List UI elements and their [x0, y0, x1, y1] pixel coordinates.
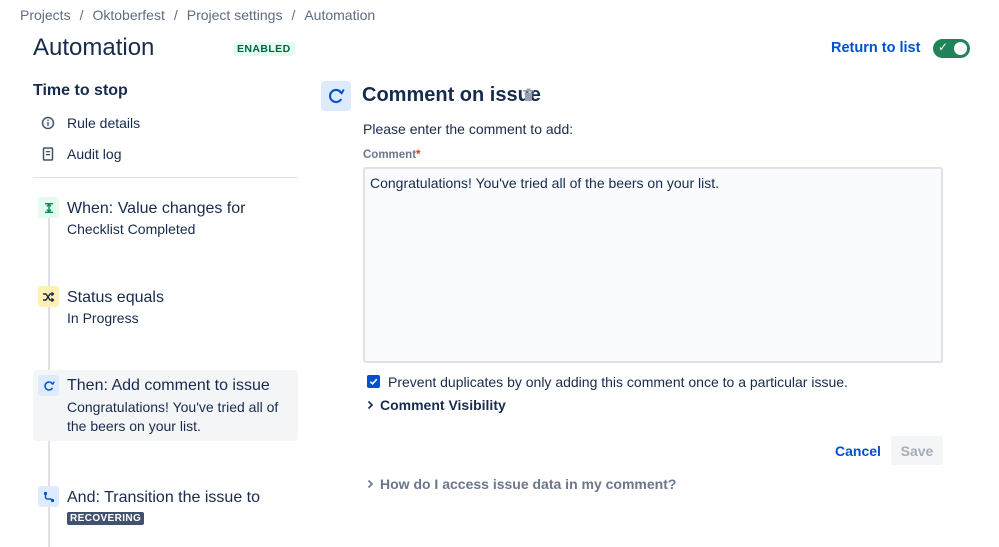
- trash-icon[interactable]: [522, 88, 535, 107]
- check-icon: ✓: [938, 40, 949, 54]
- chevron-right-icon: [363, 479, 377, 489]
- transition-icon: [38, 486, 59, 507]
- page-title: Automation: [33, 34, 155, 61]
- return-to-list-link[interactable]: Return to list: [831, 40, 920, 56]
- breadcrumb-project[interactable]: Oktoberfest: [92, 7, 164, 23]
- breadcrumb-project-settings[interactable]: Project settings: [187, 7, 283, 23]
- document-icon: [36, 147, 60, 161]
- comment-textarea[interactable]: Congratulations! You've tried all of the…: [363, 167, 943, 363]
- breadcrumb-separator: /: [173, 7, 178, 23]
- toggle-knob: [954, 42, 967, 55]
- info-icon: [36, 116, 60, 130]
- issue-data-help-toggle[interactable]: How do I access issue data in my comment…: [363, 476, 676, 492]
- rule-step-add-comment[interactable]: Then: Add comment to issue Congratulatio…: [33, 370, 298, 441]
- comment-visibility-toggle[interactable]: Comment Visibility: [363, 397, 506, 413]
- status-badge: ENABLED: [233, 42, 295, 56]
- breadcrumb-automation[interactable]: Automation: [304, 7, 375, 23]
- comment-field-label: Comment*: [363, 149, 421, 161]
- sidebar-item-audit-log[interactable]: Audit log: [33, 142, 121, 166]
- step-title: And: Transition the issue to: [67, 489, 260, 506]
- prevent-duplicates-label: Prevent duplicates by only adding this c…: [388, 374, 848, 390]
- breadcrumb-separator: /: [291, 7, 296, 23]
- sidebar-item-rule-details[interactable]: Rule details: [33, 111, 140, 135]
- required-marker: *: [416, 149, 421, 161]
- status-lozenge-recovering: RECOVERING: [67, 512, 145, 525]
- comment-label-text: Comment: [363, 149, 417, 161]
- sidebar-item-label: Audit log: [67, 146, 122, 162]
- sidebar-item-label: Rule details: [67, 115, 141, 131]
- trigger-icon: [38, 197, 59, 218]
- chevron-right-icon: [363, 400, 377, 410]
- rule-step-trigger[interactable]: When: Value changes for Checklist Comple…: [33, 193, 298, 243]
- rule-enabled-toggle[interactable]: ✓: [933, 39, 970, 58]
- breadcrumb-separator: /: [79, 7, 84, 23]
- rule-name: Time to stop: [33, 82, 128, 99]
- shuffle-icon: [38, 286, 59, 307]
- rule-step-condition[interactable]: Status equals In Progress: [33, 281, 298, 331]
- issue-data-help-label: How do I access issue data in my comment…: [380, 476, 677, 492]
- comment-action-icon: [321, 81, 351, 111]
- cancel-button[interactable]: Cancel: [825, 436, 891, 465]
- step-subtitle: Checklist Completed: [67, 221, 196, 237]
- sidebar-divider: [33, 177, 298, 178]
- comment-instruction: Please enter the comment to add:: [363, 121, 574, 137]
- panel-title: Comment on issue: [362, 84, 541, 106]
- step-title: Status equals: [67, 289, 164, 306]
- comment-action-icon: [38, 375, 59, 396]
- breadcrumb-projects[interactable]: Projects: [20, 7, 71, 23]
- save-button[interactable]: Save: [891, 436, 943, 465]
- step-subtitle: Congratulations! You've tried all of the…: [67, 399, 279, 434]
- step-title: When: Value changes for: [67, 200, 246, 217]
- prevent-duplicates-checkbox[interactable]: [367, 375, 380, 388]
- breadcrumb: Projects / Oktoberfest / Project setting…: [20, 7, 375, 23]
- step-title: Then: Add comment to issue: [67, 377, 270, 394]
- comment-visibility-label: Comment Visibility: [380, 397, 506, 413]
- step-subtitle: In Progress: [67, 310, 139, 326]
